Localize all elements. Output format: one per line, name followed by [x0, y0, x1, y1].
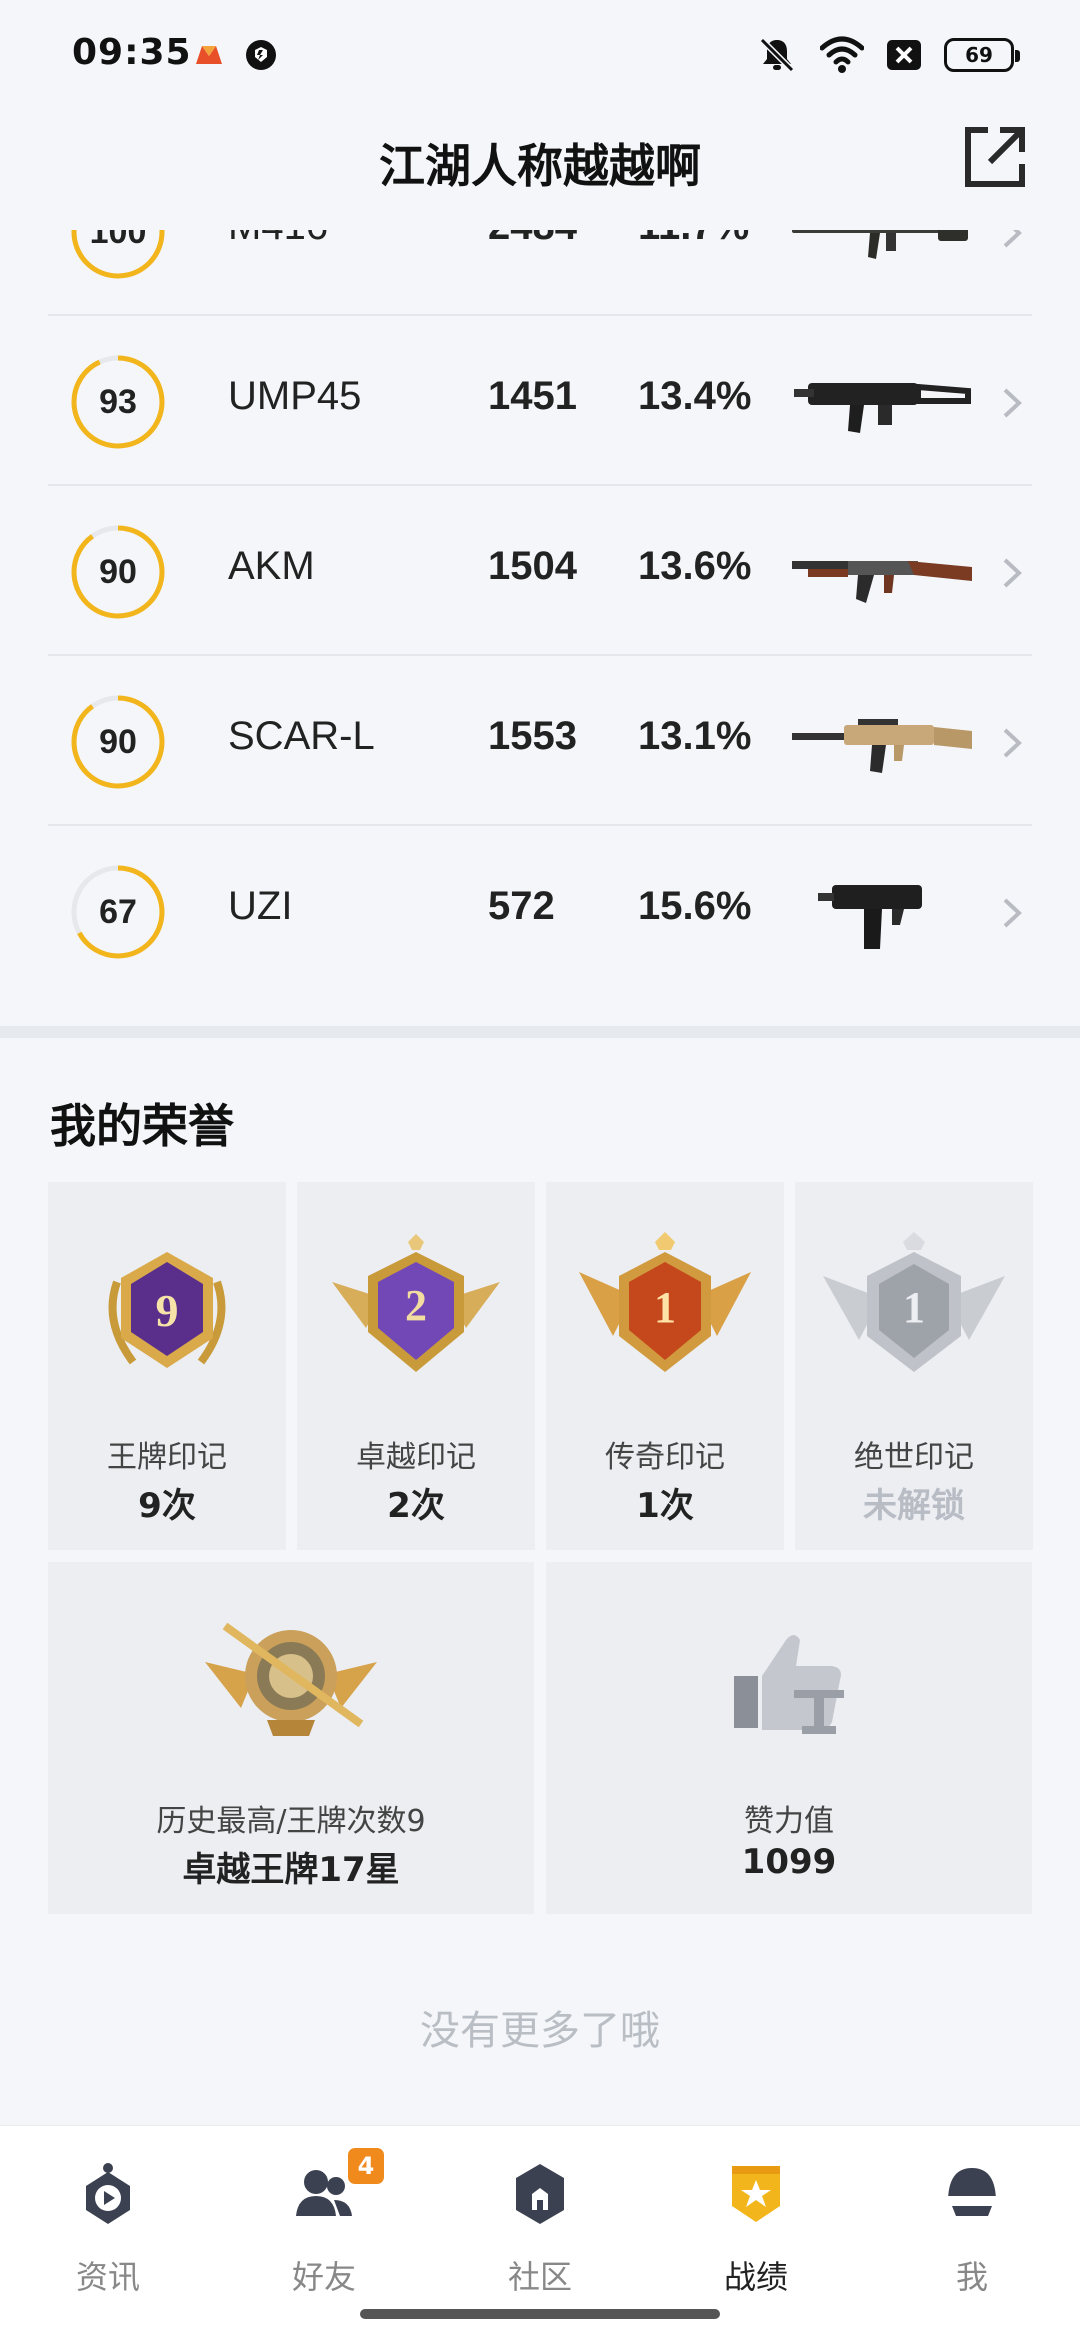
share-button[interactable] — [960, 122, 1030, 192]
mute-icon — [759, 37, 795, 73]
weapon-row-scar-l[interactable]: 90 SCAR-L 1553 13.1% — [48, 656, 1032, 826]
thumbs-up-icon — [734, 1635, 844, 1734]
weapon-kills: 1504 — [488, 544, 577, 588]
honors-title: 我的荣誉 — [50, 1099, 234, 1153]
weapon-name: M416 — [228, 230, 328, 249]
weapon-score: 90 — [99, 552, 137, 591]
nav-label: 社区 — [507, 2258, 572, 2296]
honor-label: 卓越印记 — [356, 1440, 476, 1475]
badge-number: 1 — [654, 1283, 676, 1332]
weapon-kills: 1451 — [488, 374, 577, 418]
honor-card-likes[interactable]: 赞力值 1099 — [546, 1562, 1032, 1914]
profile-helmet-icon — [948, 2168, 996, 2216]
weapon-score: 67 — [99, 892, 137, 931]
honor-label: 赞力值 — [744, 1804, 834, 1839]
app-notification-icon — [196, 46, 222, 64]
header: 江湖人称越越啊 — [0, 110, 1080, 230]
friends-icon — [296, 2170, 352, 2216]
weapon-score: 93 — [99, 382, 137, 421]
peerless-mark-badge-icon: 1 — [823, 1232, 1005, 1372]
akm-rifle-icon — [792, 561, 972, 603]
weapon-rate: 11.7% — [638, 230, 749, 249]
nav-item-news[interactable]: 资讯 — [0, 2148, 216, 2298]
weapon-row-ump45[interactable]: 93 UMP45 1451 13.4% — [48, 316, 1032, 486]
shield-notification-icon — [246, 40, 276, 70]
nav-item-community[interactable]: 社区 — [432, 2148, 648, 2298]
scar-l-rifle-icon — [792, 719, 972, 773]
status-indicators: 69 — [756, 34, 1020, 76]
honor-label: 历史最高/王牌次数9 — [156, 1804, 426, 1839]
weapon-rate: 13.1% — [638, 714, 752, 758]
status-bar: 09:35 69 — [0, 0, 1080, 110]
end-of-list-text: 没有更多了哦 — [420, 2008, 660, 2054]
chevron-right-icon — [1003, 388, 1022, 418]
chevron-right-icon — [1003, 728, 1022, 758]
bottom-nav: 资讯 4 好友 社区 战绩 我 — [0, 2125, 1080, 2340]
nav-label: 好友 — [291, 2258, 356, 2296]
nav-item-friends[interactable]: 4 好友 — [216, 2148, 432, 2298]
weapon-name: AKM — [228, 544, 315, 588]
badge-number: 9 — [156, 1285, 179, 1336]
weapon-score: 90 — [99, 722, 137, 761]
m416-rifle-icon — [792, 230, 968, 259]
ump45-smg-icon — [794, 383, 971, 433]
weapon-score: 100 — [89, 230, 147, 251]
chevron-right-icon — [1003, 898, 1022, 928]
weapon-rate: 13.4% — [638, 374, 752, 418]
battery-indicator: 69 — [944, 38, 1020, 72]
no-signal-icon — [887, 40, 921, 70]
honor-label: 传奇印记 — [605, 1440, 725, 1475]
excellence-mark-badge-icon: 2 — [332, 1234, 500, 1372]
weapon-kills: 2484 — [488, 230, 577, 249]
weapon-rate: 15.6% — [638, 884, 752, 928]
nav-label: 我 — [955, 2258, 988, 2296]
weapon-name: UMP45 — [228, 374, 362, 418]
honor-value: 卓越王牌17星 — [182, 1850, 400, 1890]
weapon-row-uzi[interactable]: 67 UZI 572 15.6% — [48, 826, 1032, 996]
weapon-list: 100 M416 2484 11.7% 93 UMP45 1451 13.4% — [48, 230, 1032, 1026]
wifi-icon — [820, 36, 864, 73]
honor-card-ace-mark[interactable]: 9 王牌印记 9次 — [48, 1182, 286, 1550]
weapon-row-m416[interactable]: 100 M416 2484 11.7% — [48, 230, 1032, 316]
friends-count-badge: 4 — [348, 2148, 384, 2184]
status-time: 09:35 — [72, 32, 192, 73]
honor-card-peerless-mark[interactable]: 1 绝世印记 未解锁 — [795, 1182, 1033, 1550]
weapon-kills: 1553 — [488, 714, 577, 758]
battery-level: 69 — [965, 43, 993, 67]
chevron-right-icon — [1003, 230, 1022, 248]
weapon-kills: 572 — [488, 884, 555, 928]
honor-card-highest-rank[interactable]: 历史最高/王牌次数9 卓越王牌17星 — [48, 1562, 534, 1914]
weapon-name: UZI — [228, 884, 293, 928]
weapon-row-akm[interactable]: 90 AKM 1504 13.6% — [48, 486, 1032, 656]
honor-value: 1099 — [741, 1842, 837, 1882]
ace-mark-badge-icon: 9 — [108, 1252, 226, 1368]
nav-label-active: 战绩 — [723, 2258, 788, 2296]
honor-label: 王牌印记 — [107, 1440, 227, 1475]
section-divider — [0, 1026, 1080, 1038]
weapon-name: SCAR-L — [228, 714, 375, 758]
honor-label: 绝世印记 — [854, 1440, 974, 1475]
nav-label: 资讯 — [75, 2258, 140, 2296]
honor-value-locked: 未解锁 — [863, 1486, 965, 1526]
community-icon — [516, 2164, 564, 2224]
highest-rank-badge-icon — [205, 1622, 377, 1736]
uzi-smg-icon — [818, 885, 922, 949]
weapon-rate: 13.6% — [638, 544, 752, 588]
honor-card-excellence-mark[interactable]: 2 卓越印记 2次 — [297, 1182, 535, 1550]
nav-item-stats[interactable]: 战绩 — [648, 2148, 864, 2298]
legend-mark-badge-icon: 1 — [579, 1232, 751, 1372]
news-icon — [86, 2163, 130, 2224]
home-indicator[interactable] — [360, 2309, 720, 2319]
page-title: 江湖人称越越啊 — [379, 139, 701, 193]
stats-page: 09:35 69 江湖人称越越啊 100 93 UMP45 1451 13.4%… — [0, 0, 1080, 2340]
honor-value: 9次 — [138, 1486, 196, 1526]
honor-value: 2次 — [387, 1486, 445, 1526]
chevron-right-icon — [1003, 558, 1022, 588]
badge-number: 1 — [903, 1283, 925, 1332]
badge-number: 2 — [405, 1281, 427, 1330]
stats-icon — [732, 2166, 780, 2222]
honor-value: 1次 — [636, 1486, 694, 1526]
honor-card-legend-mark[interactable]: 1 传奇印记 1次 — [546, 1182, 784, 1550]
nav-item-profile[interactable]: 我 — [864, 2148, 1080, 2298]
